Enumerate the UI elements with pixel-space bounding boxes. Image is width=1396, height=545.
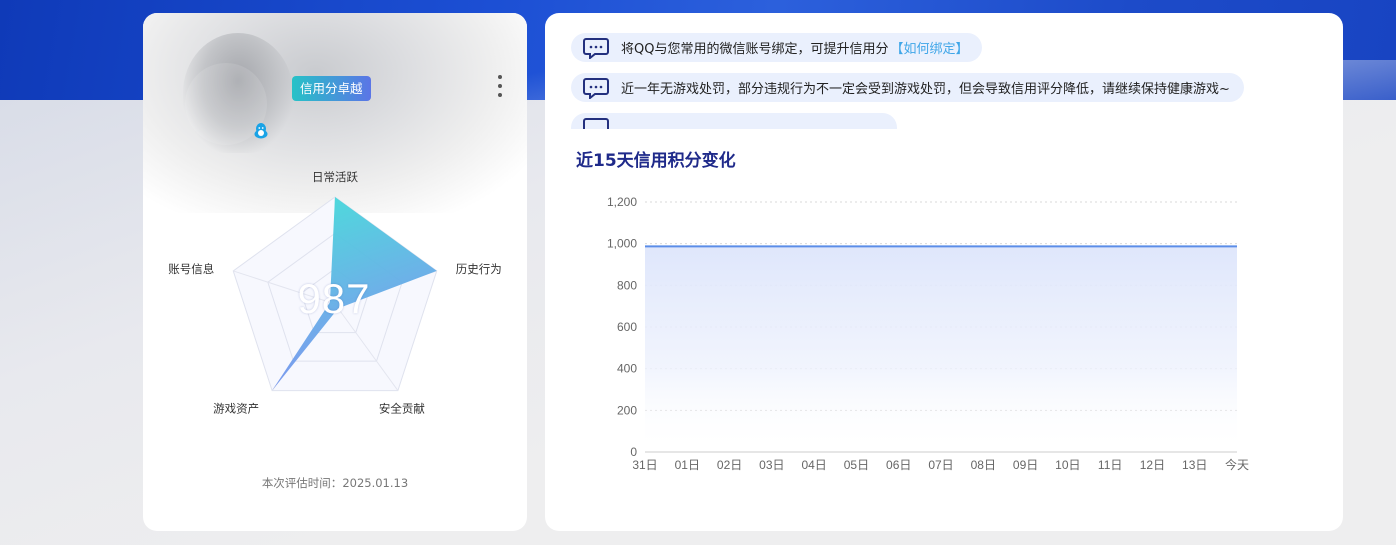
credit-area-fill bbox=[645, 246, 1237, 452]
evaluation-date: 2025.01.13 bbox=[342, 476, 409, 490]
y-tick-label: 0 bbox=[630, 445, 637, 459]
credit-score-card: 信用分卓越 日常活跃 历史行为 安全贡献 游戏资产 账号信息 987 本次评估时间：20… bbox=[143, 13, 527, 531]
x-tick-label: 03日 bbox=[759, 458, 784, 472]
y-tick-label: 1,200 bbox=[607, 195, 637, 209]
radar-axis-label: 账号信息 bbox=[168, 262, 214, 276]
radar-chart: 日常活跃历史行为安全贡献 游戏资产 账号信息 bbox=[168, 170, 502, 416]
x-tick-label: 06日 bbox=[886, 458, 911, 472]
radar-axis-label: 历史行为 bbox=[456, 262, 502, 276]
x-tick-label: 31日 bbox=[632, 458, 657, 472]
y-tick-label: 600 bbox=[617, 320, 637, 334]
x-tick-label: 07日 bbox=[928, 458, 953, 472]
credit-trend-chart: 0 200 400 600 800 1,000 1,200 31日 01日 02日 03日 04日 0… bbox=[607, 195, 1249, 472]
x-tick-label: 01日 bbox=[675, 458, 700, 472]
evaluation-time-label: 本次评估时间： bbox=[261, 476, 343, 490]
x-tick-label: 09日 bbox=[1013, 458, 1038, 472]
x-tick-label: 12日 bbox=[1140, 458, 1165, 472]
radar-axis-label: 游戏资产 bbox=[213, 402, 259, 416]
radar-axis-label: 安全贡献 bbox=[379, 402, 425, 416]
y-tick-label: 200 bbox=[617, 403, 637, 417]
evaluation-time: 本次评估时间：2025.01.13 bbox=[143, 475, 527, 491]
x-tick-label: 05日 bbox=[844, 458, 869, 472]
x-tick-label: 08日 bbox=[971, 458, 996, 472]
x-tick-label: 10日 bbox=[1055, 458, 1080, 472]
y-tick-label: 800 bbox=[617, 278, 637, 292]
y-tick-label: 400 bbox=[617, 362, 637, 376]
x-tick-label: 02日 bbox=[717, 458, 742, 472]
credit-score-value: 987 bbox=[297, 275, 371, 322]
y-tick-label: 1,000 bbox=[607, 237, 637, 251]
credit-trend-card: 将QQ与您常用的微信账号绑定，可提升信用分 【如何绑定】 近一年无游戏处罚，部分… bbox=[545, 13, 1343, 531]
x-tick-label: 04日 bbox=[801, 458, 826, 472]
x-tick-label: 13日 bbox=[1182, 458, 1207, 472]
radar-axis-label: 日常活跃 bbox=[312, 170, 358, 184]
x-tick-label: 今天 bbox=[1225, 457, 1249, 472]
x-tick-label: 11日 bbox=[1098, 458, 1122, 472]
